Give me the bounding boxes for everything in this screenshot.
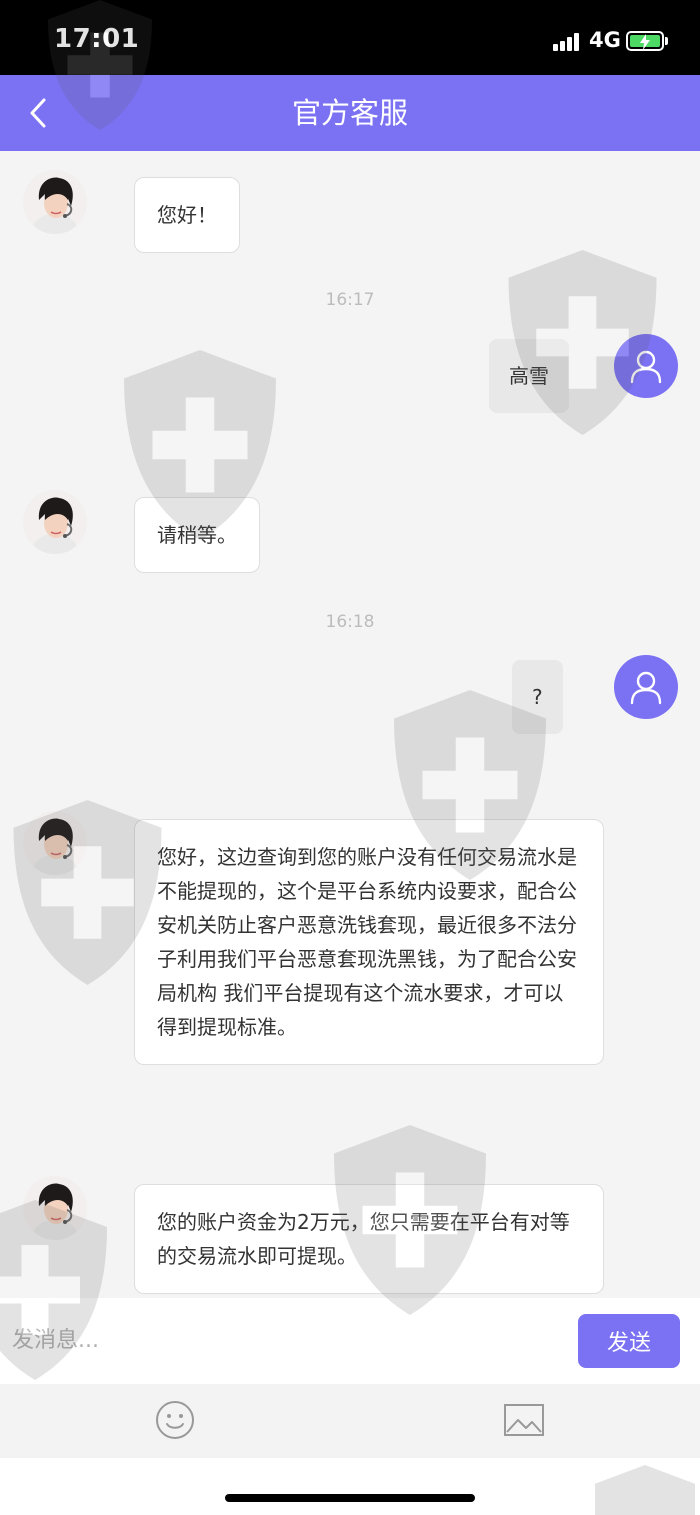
message-input[interactable] (12, 1312, 552, 1368)
send-button[interactable]: 发送 (578, 1314, 680, 1368)
agent-avatar (23, 1176, 87, 1240)
chat-area[interactable]: 您好！ 16:17 高雪 请稍等。 16:18 ? 您好，这边查询到您的账户没有… (0, 151, 700, 1298)
message-timestamp: 16:18 (325, 612, 375, 632)
agent-avatar (23, 170, 87, 234)
agent-avatar (23, 811, 87, 875)
image-button[interactable] (503, 1402, 545, 1442)
user-avatar (614, 655, 678, 719)
message-text: 请稍等。 (157, 523, 237, 547)
message-bubble: 您好，这边查询到您的账户没有任何交易流水是不能提现的，这个是平台系统内设要求，配… (134, 819, 604, 1065)
message-bubble: 您好！ (134, 177, 240, 253)
message-timestamp: 16:17 (325, 290, 375, 310)
image-icon (504, 1404, 544, 1436)
network-type: 4G (589, 28, 621, 52)
emoji-button[interactable] (155, 1400, 195, 1444)
message-bubble: 您的账户资金为2万元，您只需要在平台有对等的交易流水即可提现。 (134, 1184, 604, 1294)
status-bar: 17:01 4G (0, 0, 700, 75)
home-indicator[interactable] (225, 1494, 475, 1502)
header: 官方客服 (0, 75, 700, 151)
chevron-left-icon (30, 98, 46, 128)
message-text: 高雪 (509, 364, 549, 388)
user-icon (630, 671, 662, 705)
tool-bar (0, 1384, 700, 1458)
smiley-icon (156, 1401, 194, 1439)
user-icon (630, 350, 662, 384)
message-text: 您好，这边查询到您的账户没有任何交易流水是不能提现的，这个是平台系统内设要求，配… (157, 845, 577, 1039)
message-text: 您好！ (157, 203, 217, 227)
battery-tip (665, 37, 668, 45)
status-time: 17:01 (54, 24, 140, 54)
page-title: 官方客服 (291, 96, 408, 130)
message-bubble-outgoing: ? (512, 660, 563, 734)
message-bubble-outgoing: 高雪 (489, 339, 569, 413)
message-bubble: 请稍等。 (134, 497, 260, 573)
agent-avatar (23, 490, 87, 554)
signal-icon (553, 33, 579, 51)
battery-icon (626, 31, 664, 51)
message-text: ? (532, 685, 543, 709)
input-bar: 发送 (0, 1298, 700, 1384)
back-button[interactable] (22, 97, 54, 129)
home-area (0, 1458, 700, 1515)
message-text: 您的账户资金为2万元，您只需要在平台有对等的交易流水即可提现。 (157, 1210, 570, 1268)
user-avatar (614, 334, 678, 398)
